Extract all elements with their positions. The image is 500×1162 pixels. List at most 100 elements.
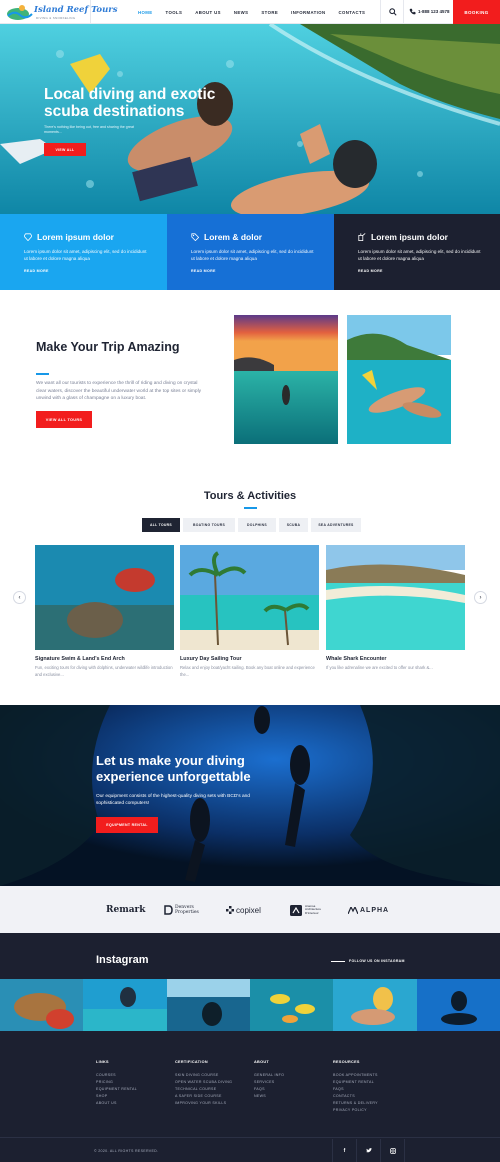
footer-link[interactable]: RETURNS & DELIVERY — [333, 1100, 378, 1107]
tour-image[interactable] — [326, 545, 465, 650]
instagram-title: Instagram — [96, 954, 149, 966]
footer-link[interactable]: COURSES — [96, 1072, 137, 1079]
instagram-grid — [0, 979, 500, 1031]
partner-logo-aramsa[interactable]: Aramsa Architecture D'interieur — [290, 904, 321, 916]
tab-all-tours[interactable]: ALL TOURS — [142, 518, 180, 532]
footer-link[interactable]: BOOK APPOINTMENTS — [333, 1072, 378, 1079]
instagram-footer: Instagram FOLLOW US ON INSTAGRAM LINKS C… — [0, 933, 500, 1162]
instagram-photo[interactable] — [333, 979, 417, 1031]
phone-icon — [409, 8, 416, 15]
footer-link[interactable]: ABOUT US — [96, 1100, 137, 1107]
tour-description: Relax and enjoy boat/yacht sailing. Book… — [180, 665, 315, 677]
nav-information[interactable]: INFORMATION — [291, 10, 325, 15]
footer-link[interactable]: FAQS — [333, 1086, 378, 1093]
instagram-photo[interactable] — [83, 979, 167, 1031]
follow-instagram-link[interactable]: FOLLOW US ON INSTAGRAM — [331, 959, 405, 963]
tour-name[interactable]: Whale Shark Encounter — [326, 656, 465, 662]
nav-contacts[interactable]: CONTACTS — [339, 10, 366, 15]
partner-name-line: D'interieur — [305, 910, 319, 915]
partner-logo-remark[interactable]: Remark — [106, 905, 146, 915]
partner-logo-alpha[interactable]: ALPHA — [348, 905, 389, 915]
twitter-button[interactable] — [356, 1139, 380, 1162]
footer-link[interactable]: GENERAL INFO — [254, 1072, 284, 1079]
aramsa-logo-icon — [290, 904, 302, 916]
footer-heading: LINKS — [96, 1060, 109, 1064]
footer-link[interactable]: A SAFER SIDE COURSE — [175, 1093, 232, 1100]
footer-link[interactable]: EQUIPMENT RENTAL — [96, 1086, 137, 1093]
header-divider — [90, 0, 91, 24]
tour-image[interactable] — [35, 545, 174, 650]
nav-store[interactable]: STORE — [261, 10, 278, 15]
tour-image[interactable] — [180, 545, 319, 650]
equipment-rental-button[interactable]: EQUIPMENT RENTAL — [96, 817, 158, 833]
alpha-logo-icon — [348, 906, 358, 914]
read-more-link[interactable]: READ MORE — [191, 269, 334, 273]
logo-subtitle: DIVING & SNORKELING — [36, 16, 76, 20]
instagram-photo[interactable] — [166, 979, 250, 1031]
booking-button[interactable]: BOOKING — [453, 0, 500, 24]
tour-description: If you like adrenaline we are excited to… — [326, 665, 433, 670]
phone-number[interactable]: 1-888 123 4578 — [418, 9, 450, 14]
hero-subtitle: There's nothing like being out, free and… — [44, 125, 134, 134]
diving-description: Our equipment consists of the highest-qu… — [96, 794, 250, 806]
instagram-button[interactable] — [380, 1139, 404, 1162]
carousel-next-button[interactable]: › — [474, 591, 487, 604]
tour-card[interactable]: Luxury Day Sailing Tour Relax and enjoy … — [180, 545, 319, 678]
footer-link[interactable]: EQUIPMENT RENTAL — [333, 1079, 378, 1086]
partner-name-line: Properties — [175, 910, 199, 915]
footer-column-about: ABOUT GENERAL INFO SERVICES FAQS NEWS — [254, 1060, 284, 1100]
instagram-photo[interactable] — [416, 979, 500, 1031]
nav-about-us[interactable]: ABOUT US — [195, 10, 221, 15]
nav-news[interactable]: NEWS — [234, 10, 249, 15]
footer-link[interactable]: SKIN DIVING COURSE — [175, 1072, 232, 1079]
tab-scuba[interactable]: SCUBA — [279, 518, 308, 532]
footer-link[interactable]: TECHNICAL COURSE — [175, 1086, 232, 1093]
footer-link[interactable]: OPEN WATER SCUBA DIVING — [175, 1079, 232, 1086]
footer-link[interactable]: IMPROVING YOUR SKILLS — [175, 1100, 232, 1107]
tab-dolphins[interactable]: DOLPHINS — [238, 518, 276, 532]
tab-sea-adventures[interactable]: SEA ADVENTURES — [311, 518, 361, 532]
partner-logo-copixel[interactable]: copixel — [226, 905, 261, 915]
footer-link[interactable]: PRIVACY POLICY — [333, 1107, 378, 1114]
site-header: Island Reef Tours DIVING & SNORKELING HO… — [0, 0, 500, 24]
header-divider — [380, 0, 381, 24]
copyright: © 2020. ALL RIGHTS RESERVED. — [94, 1149, 159, 1153]
footer-link[interactable]: FAQS — [254, 1086, 284, 1093]
partner-logo-denvers[interactable]: Denvers Properties — [164, 905, 199, 915]
instagram-photo[interactable] — [249, 979, 334, 1031]
hero-view-all-button[interactable]: VIEW ALL — [44, 143, 86, 156]
facebook-button[interactable]: f — [332, 1139, 356, 1162]
main-nav: HOME TOOLS ABOUT US NEWS STORE INFORMATI… — [138, 0, 378, 24]
footer-link[interactable]: SERVICES — [254, 1079, 284, 1086]
title-underline — [36, 373, 49, 375]
read-more-link[interactable]: READ MORE — [358, 269, 500, 273]
tour-name[interactable]: Signature Swim & Land's End Arch — [35, 656, 174, 662]
footer-link[interactable]: NEWS — [254, 1093, 284, 1100]
nav-home[interactable]: HOME — [138, 10, 153, 15]
tour-name[interactable]: Luxury Day Sailing Tour — [180, 656, 319, 662]
footer-link[interactable]: PRICING — [96, 1079, 137, 1086]
copixel-logo-icon — [226, 906, 234, 914]
diving-banner: Let us make your diving experience unfor… — [0, 705, 500, 886]
footer-heading: CERTIFICATION — [175, 1060, 208, 1064]
diamond-icon — [24, 233, 32, 241]
tab-boating-tours[interactable]: BOATING TOURS — [183, 518, 235, 532]
tour-card[interactable]: Signature Swim & Land's End Arch Fun, ex… — [35, 545, 174, 678]
nav-tools[interactable]: TOOLS — [166, 10, 183, 15]
logo-text: Island Reef Tours — [34, 5, 118, 15]
logo[interactable]: Island Reef Tours DIVING & SNORKELING — [6, 2, 118, 22]
tour-tabs: ALL TOURS BOATING TOURS DOLPHINS SCUBA S… — [142, 518, 364, 532]
tools-icon — [358, 233, 366, 241]
footer-link[interactable]: CONTACTS — [333, 1093, 378, 1100]
search-icon[interactable] — [389, 8, 397, 16]
footer-column-links: LINKS COURSES PRICING EQUIPMENT RENTAL S… — [96, 1060, 137, 1107]
feature-text: Lorem ipsum dolor sit amet, adipiscing e… — [358, 249, 481, 261]
view-all-tours-button[interactable]: VIEW ALL TOURS — [36, 411, 92, 428]
facebook-icon: f — [343, 1147, 346, 1154]
instagram-photo[interactable] — [0, 979, 84, 1031]
tour-card[interactable]: Whale Shark Encounter If you like adrena… — [326, 545, 465, 672]
footer-link[interactable]: SHOP — [96, 1093, 137, 1100]
feature-title: Lorem ipsum dolor — [371, 232, 448, 242]
carousel-prev-button[interactable]: ‹ — [13, 591, 26, 604]
read-more-link[interactable]: READ MORE — [24, 269, 167, 273]
